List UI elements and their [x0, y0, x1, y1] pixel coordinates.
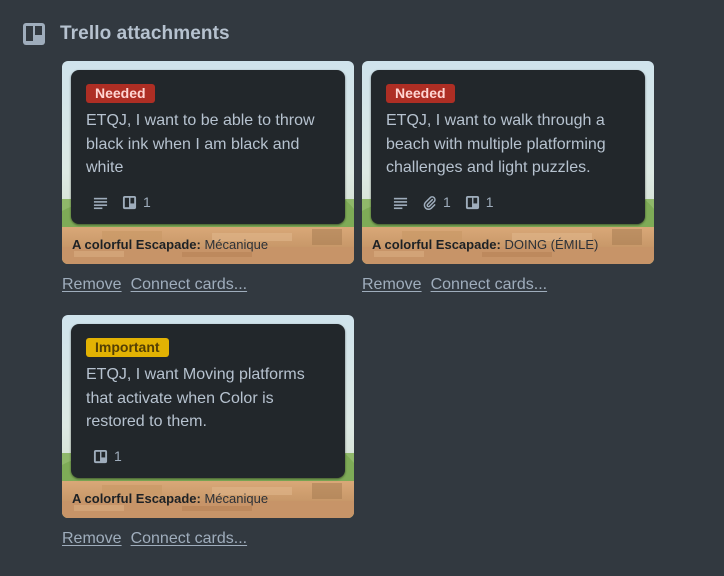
- badge-count: 1: [485, 194, 494, 210]
- trello-card-icon: [93, 449, 108, 464]
- trello-card[interactable]: Needed ETQJ, I want to be able to throw …: [71, 70, 345, 224]
- card-label: Needed: [86, 84, 155, 103]
- list-name: Mécanique: [204, 237, 269, 252]
- connect-cards-link[interactable]: Connect cards...: [131, 276, 248, 294]
- description-icon: [393, 195, 408, 210]
- card-badges: 1 1: [393, 194, 508, 210]
- linked-card-badge: 1: [93, 448, 122, 464]
- badge-count: 1: [114, 448, 122, 464]
- card-label: Important: [86, 338, 169, 357]
- card-preview[interactable]: Important ETQJ, I want Moving platforms …: [62, 315, 354, 518]
- list-name: Mécanique: [204, 491, 269, 506]
- card-preview[interactable]: Needed ETQJ, I want to be able to throw …: [62, 61, 354, 264]
- board-list-info: A colorful Escapade: Mécanique: [72, 491, 268, 506]
- card-badges: 1: [93, 448, 136, 464]
- description-badge: [93, 195, 108, 210]
- trello-card-icon: [122, 195, 137, 210]
- board-list-info: A colorful Escapade: DOING (ÉMILE): [372, 237, 598, 252]
- attachment-actions: Remove Connect cards...: [362, 276, 654, 294]
- card-title: ETQJ, I want Moving platforms that activ…: [86, 366, 305, 430]
- card-badges: 1: [93, 194, 165, 210]
- linked-card-badge: 1: [465, 194, 494, 210]
- card-label: Needed: [386, 84, 455, 103]
- connect-cards-link[interactable]: Connect cards...: [431, 276, 548, 294]
- trello-card[interactable]: Needed ETQJ, I want to walk through a be…: [371, 70, 645, 224]
- attachment-actions: Remove Connect cards...: [62, 530, 354, 548]
- card-title: ETQJ, I want to walk through a beach wit…: [386, 112, 606, 176]
- section-header: Trello attachments: [22, 22, 230, 46]
- board-name: A colorful Escapade:: [372, 237, 501, 252]
- attachment-actions: Remove Connect cards...: [62, 276, 354, 294]
- board-list-info: A colorful Escapade: Mécanique: [72, 237, 268, 252]
- attachment-item: Needed ETQJ, I want to walk through a be…: [362, 61, 654, 294]
- trello-card[interactable]: Important ETQJ, I want Moving platforms …: [71, 324, 345, 478]
- attachment-item: Needed ETQJ, I want to be able to throw …: [62, 61, 354, 294]
- attachment-item: Important ETQJ, I want Moving platforms …: [62, 315, 354, 548]
- card-title: ETQJ, I want to be able to throw black i…: [86, 112, 315, 176]
- linked-card-badge: 1: [122, 194, 151, 210]
- paperclip-icon: [422, 195, 437, 210]
- remove-link[interactable]: Remove: [62, 530, 122, 548]
- description-icon: [93, 195, 108, 210]
- description-badge: [393, 195, 408, 210]
- badge-count: 1: [443, 194, 451, 210]
- section-title: Trello attachments: [60, 23, 230, 44]
- board-name: A colorful Escapade:: [72, 491, 201, 506]
- remove-link[interactable]: Remove: [62, 276, 122, 294]
- trello-card-icon: [465, 195, 480, 210]
- trello-board-icon: [23, 23, 45, 45]
- list-name: DOING (ÉMILE): [504, 237, 599, 252]
- connect-cards-link[interactable]: Connect cards...: [131, 530, 248, 548]
- remove-link[interactable]: Remove: [362, 276, 422, 294]
- badge-count: 1: [143, 194, 151, 210]
- attachment-badge: 1: [422, 194, 451, 210]
- card-preview[interactable]: Needed ETQJ, I want to walk through a be…: [362, 61, 654, 264]
- board-name: A colorful Escapade:: [72, 237, 201, 252]
